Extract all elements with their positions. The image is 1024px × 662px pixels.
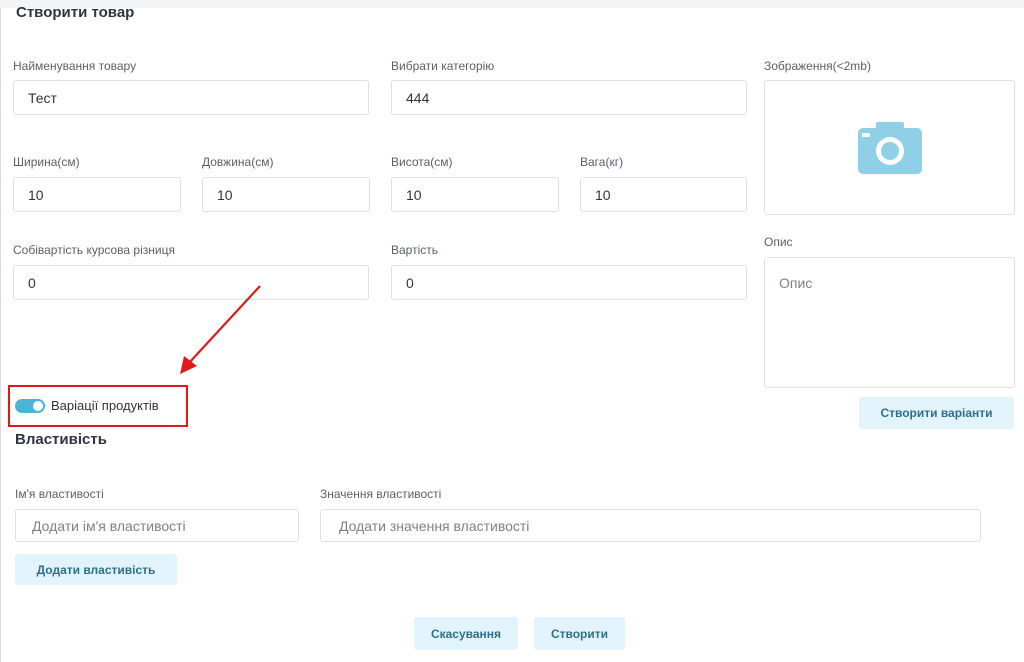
category-label: Вибрати категорію xyxy=(391,59,495,73)
width-input[interactable]: 10 xyxy=(13,177,181,212)
length-label: Довжина(см) xyxy=(202,155,274,169)
variations-toggle-label: Варіації продуктів xyxy=(51,398,159,413)
create-variants-button[interactable]: Створити варіанти xyxy=(859,397,1014,429)
create-button[interactable]: Створити xyxy=(534,617,625,650)
image-label: Зображення(<2mb) xyxy=(764,59,871,73)
variations-toggle[interactable] xyxy=(15,399,45,413)
camera-icon xyxy=(857,121,922,174)
property-value-input[interactable]: Додати значення властивості xyxy=(320,509,981,542)
height-label: Висота(см) xyxy=(391,155,453,169)
image-upload[interactable] xyxy=(764,80,1015,215)
description-textarea[interactable]: Опис xyxy=(764,257,1015,388)
weight-input[interactable]: 10 xyxy=(580,177,747,212)
price-input[interactable]: 0 xyxy=(391,265,747,300)
product-name-label: Найменування товару xyxy=(13,59,137,73)
cost-label: Собівартість курсова різниця xyxy=(13,243,175,257)
page-title: Створити товар xyxy=(16,4,135,21)
category-select[interactable]: 444 xyxy=(391,80,747,115)
property-value-label: Значення властивості xyxy=(320,487,442,501)
length-input[interactable]: 10 xyxy=(202,177,370,212)
add-property-button[interactable]: Додати властивість xyxy=(15,554,177,585)
cancel-button[interactable]: Скасування xyxy=(414,617,518,650)
property-name-label: Ім'я властивості xyxy=(15,487,104,501)
weight-label: Вага(кг) xyxy=(580,155,624,169)
description-label: Опис xyxy=(764,235,793,249)
width-label: Ширина(см) xyxy=(13,155,80,169)
property-name-input[interactable]: Додати ім'я властивості xyxy=(15,509,299,542)
annotation-arrow xyxy=(180,285,261,374)
height-input[interactable]: 10 xyxy=(391,177,559,212)
price-label: Вартість xyxy=(391,243,438,257)
properties-title: Властивість xyxy=(15,431,107,448)
product-name-input[interactable]: Тест xyxy=(13,80,369,115)
